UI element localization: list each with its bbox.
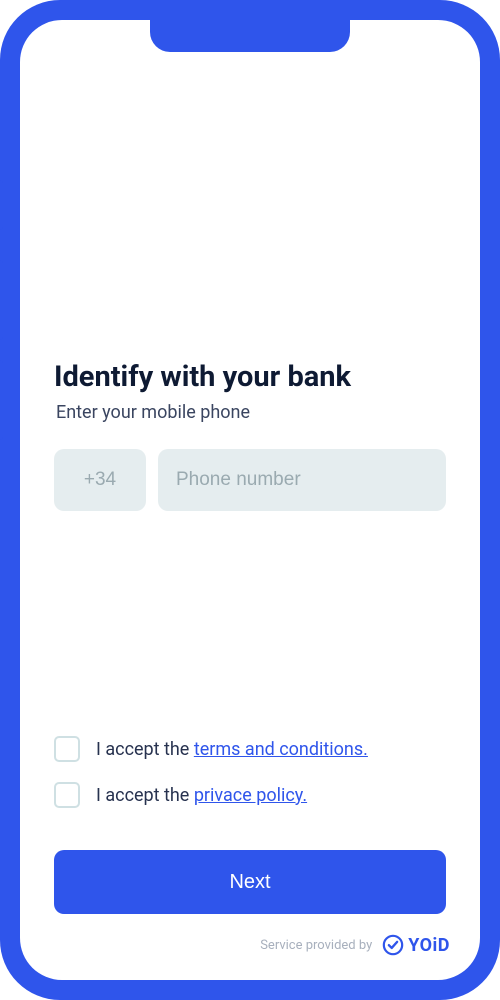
privacy-link[interactable]: privace policy. (194, 785, 307, 806)
phone-number-input[interactable] (158, 449, 446, 511)
device-side-button (0, 360, 3, 440)
phone-device-frame: Identify with your bank Enter your mobil… (0, 0, 500, 1000)
brand-logo: YOiD (382, 934, 450, 956)
terms-row: I accept the terms and conditions. (54, 736, 446, 762)
country-code-input[interactable] (54, 449, 146, 511)
consent-section: I accept the terms and conditions. I acc… (54, 736, 446, 828)
next-button[interactable]: Next (54, 850, 446, 914)
privacy-label: I accept the privace policy. (96, 785, 307, 806)
terms-link[interactable]: terms and conditions. (194, 739, 368, 760)
check-circle-icon (382, 934, 404, 956)
privacy-prefix: I accept the (96, 785, 194, 806)
spacer (54, 511, 446, 736)
device-side-button (0, 260, 3, 340)
brand-name: YOiD (408, 935, 450, 956)
footer: Service provided by YOiD (20, 934, 480, 980)
privacy-row: I accept the privace policy. (54, 782, 446, 808)
provided-by-label: Service provided by (260, 938, 372, 953)
device-side-button (0, 180, 3, 230)
content-area: Identify with your bank Enter your mobil… (20, 20, 480, 934)
phone-input-row (54, 449, 446, 511)
spacer (54, 20, 446, 360)
terms-label: I accept the terms and conditions. (96, 739, 368, 760)
page-title: Identify with your bank (54, 360, 446, 394)
device-notch (150, 20, 350, 52)
page-subtitle: Enter your mobile phone (56, 402, 446, 423)
terms-prefix: I accept the (96, 739, 194, 760)
privacy-checkbox[interactable] (54, 782, 80, 808)
terms-checkbox[interactable] (54, 736, 80, 762)
screen: Identify with your bank Enter your mobil… (20, 20, 480, 980)
